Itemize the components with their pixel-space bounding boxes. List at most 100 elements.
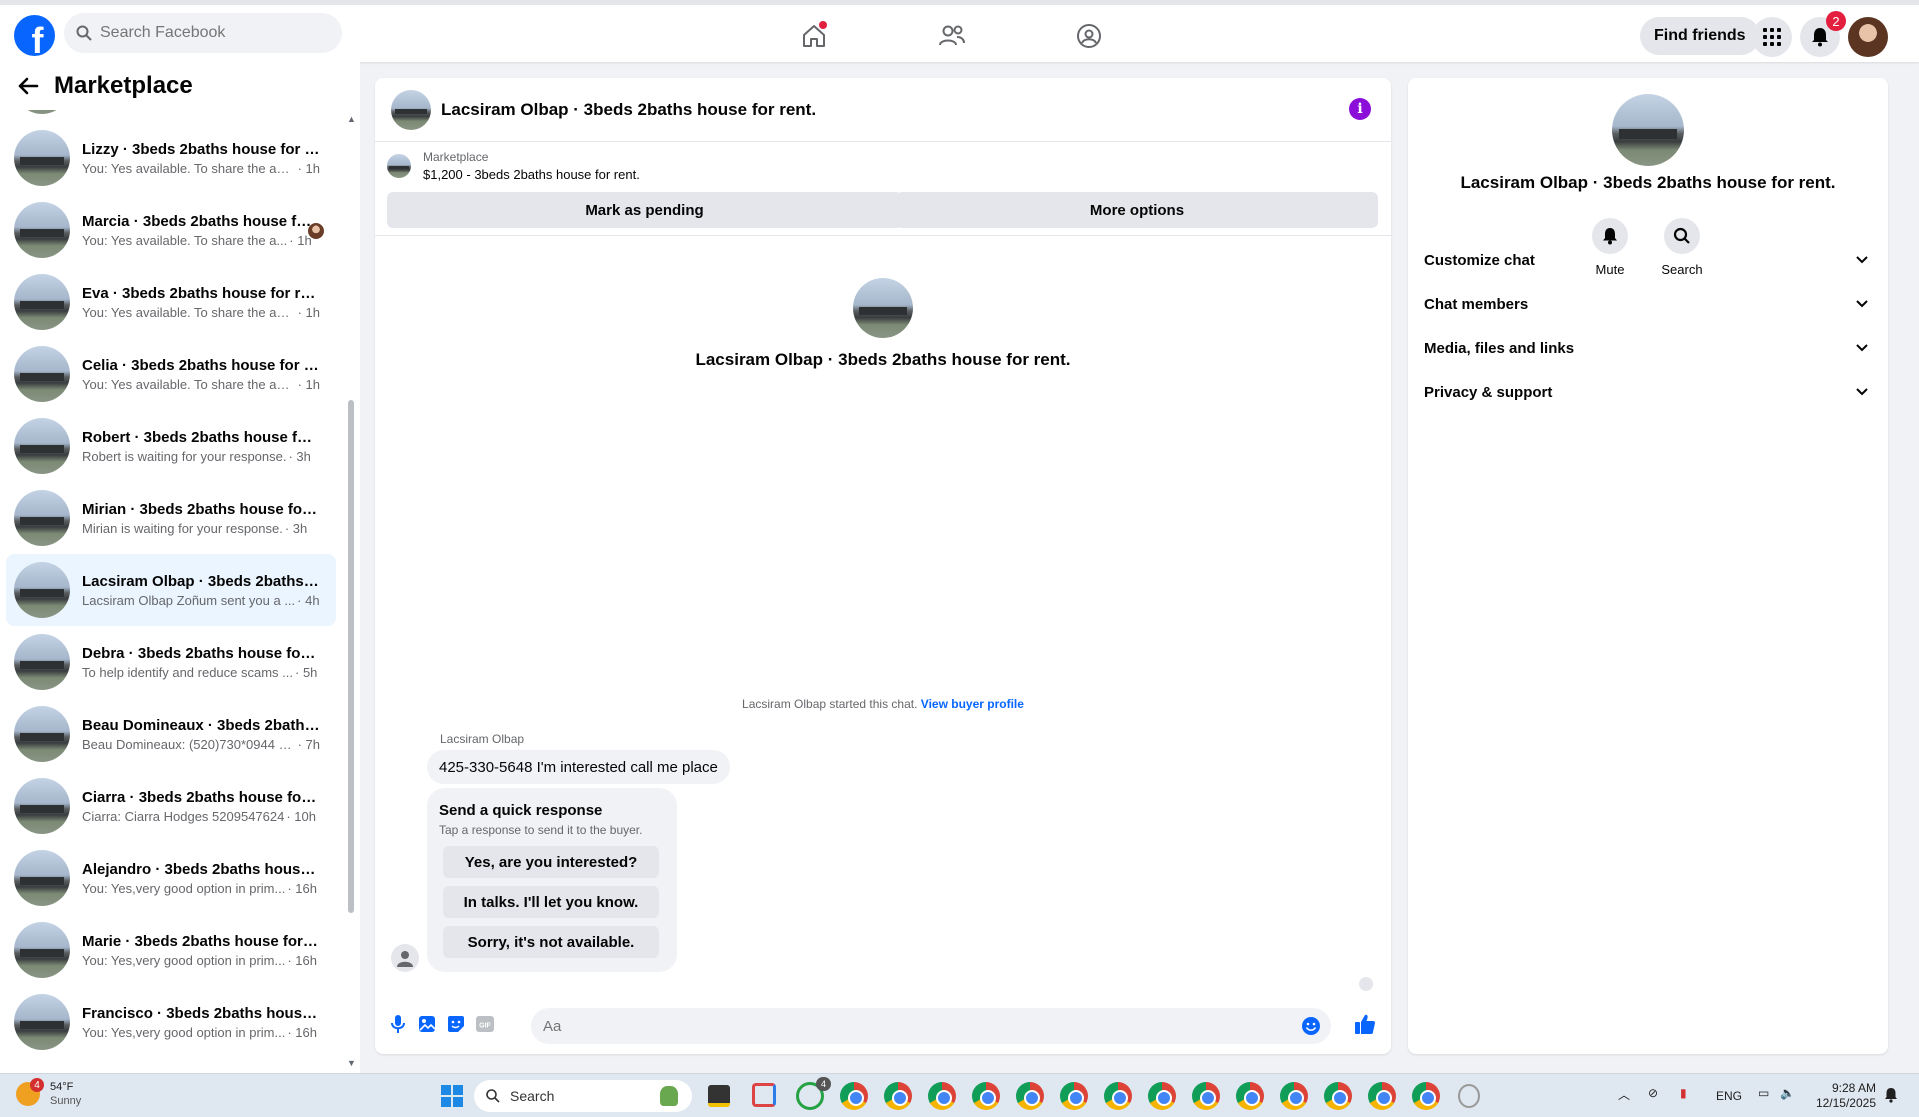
message-input-box[interactable]: [531, 1008, 1331, 1044]
seen-by-avatar: [308, 223, 324, 239]
search-facebook-box[interactable]: [64, 13, 342, 53]
search-facebook-input[interactable]: [100, 24, 320, 42]
chrome-icon[interactable]: [972, 1082, 1000, 1110]
chrome-icon[interactable]: [840, 1082, 868, 1110]
listing-label: Marketplace: [423, 150, 489, 164]
quick-response-button[interactable]: In talks. I'll let you know.: [443, 886, 659, 918]
chrome-icon[interactable]: [1060, 1082, 1088, 1110]
chrome-icon[interactable]: [1324, 1082, 1352, 1110]
conversation-avatar: [14, 274, 70, 330]
chat-title[interactable]: Lacsiram Olbap · 3beds 2baths house for …: [441, 100, 816, 120]
photo-icon[interactable]: [416, 1013, 438, 1035]
sidebar-scrollbar[interactable]: [346, 110, 356, 1070]
quick-response-button[interactable]: Sorry, it's not available.: [443, 926, 659, 958]
facebook-logo[interactable]: f: [14, 15, 55, 56]
back-arrow-icon[interactable]: [16, 74, 40, 98]
whatsapp-icon[interactable]: 4: [796, 1077, 831, 1110]
home-icon[interactable]: [797, 19, 831, 53]
groups-icon[interactable]: [1072, 19, 1106, 53]
svg-text:GIF: GIF: [479, 1023, 491, 1030]
message-bubble[interactable]: 425-330-5648 I'm interested call me plac…: [427, 750, 730, 784]
row-label: Customize chat: [1424, 251, 1535, 269]
volume-icon[interactable]: 🔈: [1780, 1086, 1795, 1100]
chrome-icon[interactable]: [1236, 1082, 1264, 1110]
emoji-icon[interactable]: [1301, 1016, 1321, 1036]
more-options-button[interactable]: More options: [896, 192, 1378, 228]
quick-response-button[interactable]: Yes, are you interested?: [443, 846, 659, 878]
row-label: Privacy & support: [1424, 383, 1553, 401]
sidebar-header: Marketplace: [0, 62, 360, 110]
language-indicator[interactable]: ENG: [1716, 1089, 1742, 1103]
network-off-icon[interactable]: ⊘: [1648, 1086, 1658, 1100]
sticker-icon[interactable]: [445, 1013, 467, 1035]
tray-chevron-icon[interactable]: ︿: [1618, 1086, 1630, 1103]
notification-bell-icon[interactable]: [1884, 1087, 1898, 1103]
privacy-support-row[interactable]: Privacy & support: [1416, 370, 1880, 414]
panel-name[interactable]: Lacsiram Olbap · 3beds 2baths house for …: [1408, 173, 1888, 193]
view-buyer-profile-link[interactable]: View buyer profile: [921, 697, 1024, 711]
listing-price[interactable]: $1,200 - 3beds 2baths house for rent.: [423, 167, 640, 182]
scrollbar-thumb[interactable]: [348, 400, 354, 913]
conversation-title: Debra · 3beds 2baths house for rent.: [82, 644, 320, 662]
conversation-item[interactable]: Lizzy · 3beds 2baths house for rent. You:…: [6, 122, 336, 194]
panel-avatar[interactable]: [1612, 94, 1684, 166]
notifications-button[interactable]: 2: [1800, 11, 1846, 57]
chat-avatar[interactable]: [391, 89, 431, 130]
conversation-item[interactable]: Alejandro · 3beds 2baths house for rent.…: [6, 842, 336, 914]
snipping-tool-icon[interactable]: [752, 1083, 776, 1107]
display-icon[interactable]: ▭: [1758, 1086, 1769, 1100]
message-input[interactable]: [543, 1017, 1283, 1035]
chrome-icon[interactable]: [928, 1082, 956, 1110]
mark-as-pending-button[interactable]: Mark as pending: [387, 192, 902, 228]
profile-avatar[interactable]: [1848, 17, 1888, 57]
listing-thumbnail[interactable]: [387, 154, 411, 178]
info-icon[interactable]: i: [1349, 98, 1371, 120]
conversation-item[interactable]: Robert · 3beds 2baths house for rent. Rob…: [6, 410, 336, 482]
conversation-item[interactable]: Beau Domineaux · 3beds 2baths house for …: [6, 698, 336, 770]
sun-icon: 4: [16, 1078, 44, 1106]
taskbar-search[interactable]: Search: [474, 1080, 692, 1112]
scroll-down-arrow[interactable]: ▼: [347, 1058, 356, 1068]
conversation-item[interactable]: Marcia · 3beds 2baths house for rent. You…: [6, 194, 336, 266]
conversation-item[interactable]: Marie · 3beds 2baths house for rent. You:…: [6, 914, 336, 986]
chrome-icon[interactable]: [884, 1082, 912, 1110]
gif-icon[interactable]: GIF: [474, 1013, 496, 1035]
scroll-up-arrow[interactable]: ▲: [347, 114, 356, 124]
chrome-icon[interactable]: [1412, 1082, 1440, 1110]
find-friends-button[interactable]: Find friends: [1640, 17, 1760, 55]
conversation-item[interactable]: Eva · 3beds 2baths house for rent. You: Y…: [6, 266, 336, 338]
conversation-item[interactable]: Mirian · 3beds 2baths house for rent. Mir…: [6, 482, 336, 554]
system-clock[interactable]: 9:28 AM 12/15/2025: [1812, 1081, 1876, 1111]
sticky-notes-icon[interactable]: [708, 1085, 730, 1107]
like-thumb-icon[interactable]: [1354, 1013, 1376, 1035]
search-icon: [486, 1089, 500, 1103]
sender-avatar: [391, 944, 419, 972]
conversation-time: · 5h: [295, 664, 318, 680]
conversation-item[interactable]: Francisco · 3beds 2baths house for rent.…: [6, 986, 336, 1058]
chrome-icon[interactable]: [1280, 1082, 1308, 1110]
top-navigation-bar: f Find friends 2: [0, 0, 1919, 62]
media-files-links-row[interactable]: Media, files and links: [1416, 326, 1880, 370]
apps-grid-icon[interactable]: [1752, 17, 1792, 57]
conversation-item[interactable]: Lacsiram Olbap · 3beds 2baths house for …: [6, 554, 336, 626]
battery-icon[interactable]: ▮: [1680, 1086, 1687, 1100]
customize-chat-row[interactable]: Customize chat: [1416, 238, 1880, 282]
chrome-icon[interactable]: [1104, 1082, 1132, 1110]
whatsapp-badge: 4: [815, 1077, 831, 1091]
chrome-icon[interactable]: [1192, 1082, 1220, 1110]
conversation-avatar: [14, 706, 70, 762]
app-icon[interactable]: [1458, 1084, 1480, 1108]
windows-start-icon[interactable]: [440, 1084, 464, 1108]
chrome-icon[interactable]: [1016, 1082, 1044, 1110]
microphone-icon[interactable]: [387, 1013, 409, 1035]
chrome-icon[interactable]: [1368, 1082, 1396, 1110]
chat-members-row[interactable]: Chat members: [1416, 282, 1880, 326]
conversation-item[interactable]: Debra · 3beds 2baths house for rent. To h…: [6, 626, 336, 698]
friends-icon[interactable]: [935, 19, 969, 53]
conversation-time: · 1h: [297, 376, 320, 392]
weather-widget[interactable]: 4 54°F Sunny: [16, 1078, 81, 1108]
conversation-title: Ciarra · 3beds 2baths house for rent.: [82, 788, 320, 806]
conversation-item[interactable]: Celia · 3beds 2baths house for rent. You:…: [6, 338, 336, 410]
conversation-item[interactable]: Ciarra · 3beds 2baths house for rent. Cia…: [6, 770, 336, 842]
chrome-icon[interactable]: [1148, 1082, 1176, 1110]
